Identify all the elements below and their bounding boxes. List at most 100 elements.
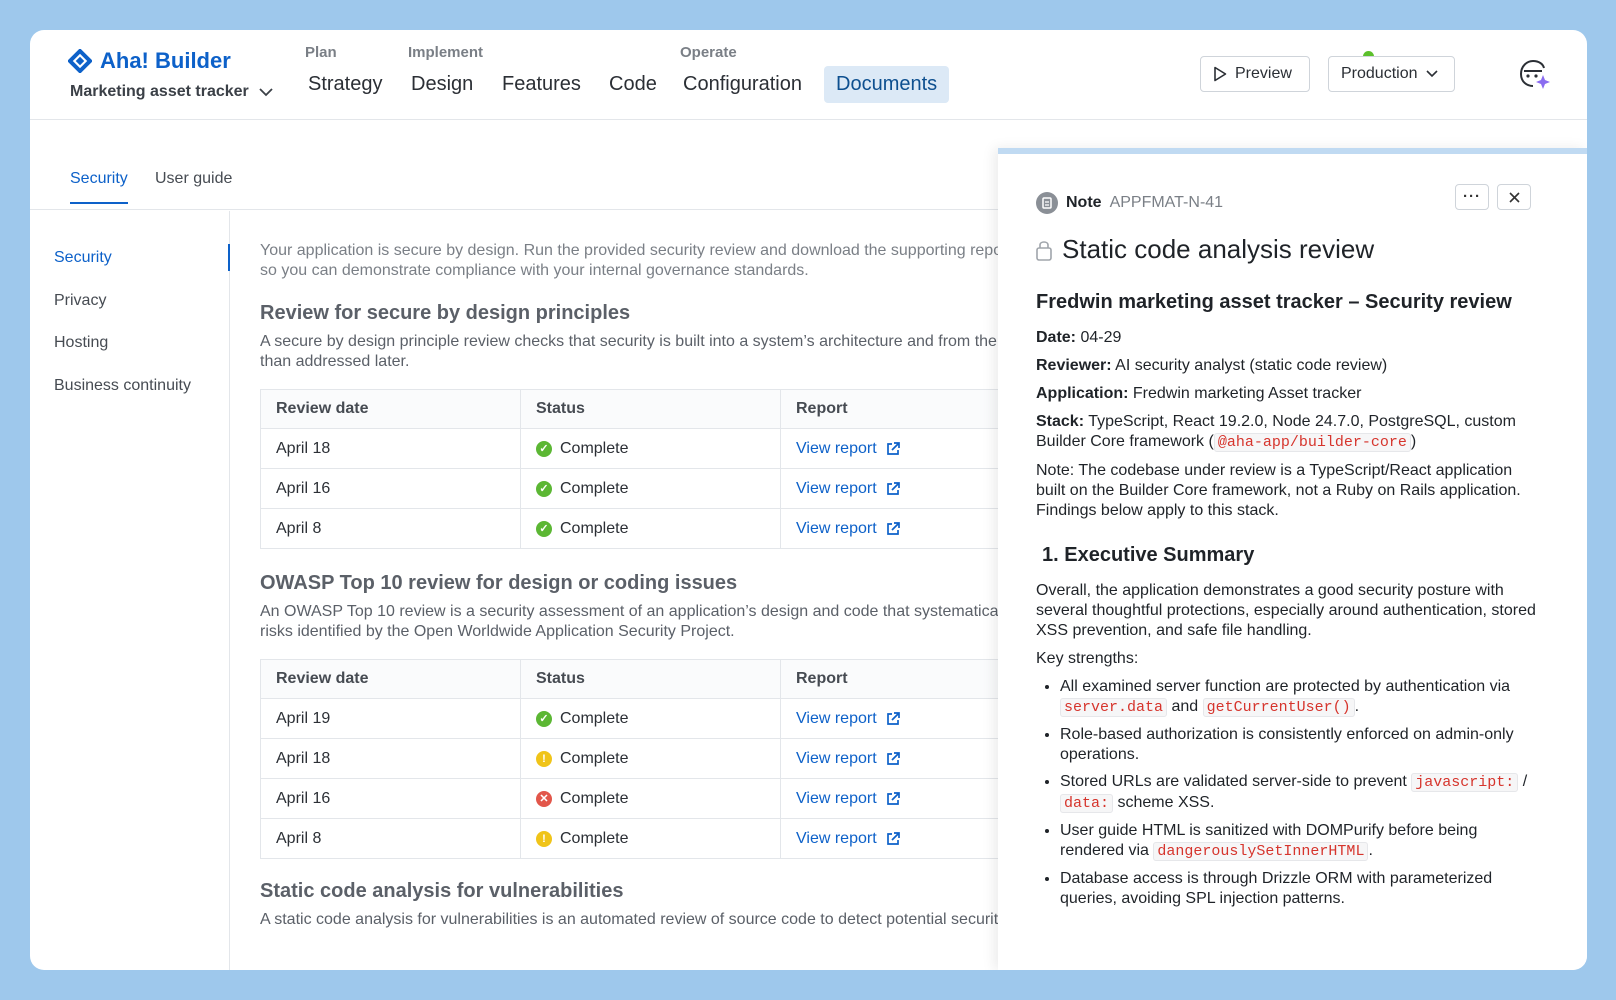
- note-header: Note APPFMAT-N-41: [1036, 192, 1223, 214]
- intro-line-2: so you can demonstrate compliance with y…: [260, 262, 809, 279]
- status-text: Complete: [560, 829, 629, 847]
- nav-item-design[interactable]: Design: [399, 66, 485, 103]
- app-window: Aha! Builder Marketing asset tracker Pla…: [30, 30, 1587, 970]
- note-title-text[interactable]: Static code analysis review: [1062, 234, 1374, 265]
- ai-assistant-icon[interactable]: [1515, 56, 1551, 92]
- view-report-link[interactable]: View report: [796, 520, 1010, 538]
- inline-code: getCurrentUser(): [1202, 698, 1355, 717]
- view-report-link[interactable]: View report: [796, 830, 1010, 848]
- nav-group-plan: Plan: [305, 44, 337, 61]
- list-item: Stored URLs are validated server-side to…: [1060, 772, 1536, 814]
- status-text: Complete: [560, 519, 629, 537]
- note-reference[interactable]: APPFMAT-N-41: [1110, 194, 1224, 212]
- review-date: April 8: [260, 818, 521, 859]
- play-icon: [1214, 66, 1227, 82]
- nav-group-implement: Implement: [408, 44, 484, 61]
- status-text: Complete: [560, 709, 629, 727]
- check-circle-icon: ✓: [536, 520, 552, 537]
- view-report-label: View report: [796, 749, 877, 767]
- status-cell: ! Complete: [520, 738, 781, 779]
- report-cell: View report: [780, 738, 1010, 779]
- app-selector-label: Marketing asset tracker: [70, 83, 249, 100]
- nav-item-documents[interactable]: Documents: [824, 66, 950, 103]
- note-body: Fredwin marketing asset tracker – Securi…: [1036, 292, 1536, 916]
- table-header-row: Review date Status Report: [260, 389, 1010, 429]
- more-options-button[interactable]: ···: [1455, 184, 1489, 210]
- close-panel-button[interactable]: [1497, 184, 1531, 210]
- bullet-text: .: [1354, 698, 1360, 715]
- chevron-down-icon: [259, 87, 273, 96]
- report-cell: View report: [780, 428, 1010, 469]
- bullet-text: and: [1171, 698, 1199, 715]
- view-report-label: View report: [796, 789, 877, 807]
- section-title-owasp: OWASP Top 10 review for design or coding…: [260, 572, 738, 594]
- app-selector[interactable]: Marketing asset tracker: [70, 83, 273, 101]
- bullet-text: scheme XSS.: [1117, 794, 1215, 811]
- secure-design-review-table: Review date Status Report April 18 ✓ Comp…: [260, 389, 1010, 549]
- column-header-status: Status: [520, 389, 781, 429]
- table-row: April 19 ✓ Complete View report: [260, 698, 1010, 739]
- section-desc-owasp-2: risks identified by the Open Worldwide A…: [260, 623, 735, 640]
- inline-code: dangerouslySetInnerHTML: [1153, 842, 1369, 861]
- status-cell: ✓ Complete: [520, 508, 781, 549]
- table-row: April 18 ! Complete View report: [260, 738, 1010, 779]
- view-report-link[interactable]: View report: [796, 440, 1010, 458]
- report-cell: View report: [780, 468, 1010, 509]
- sidebar-item-business-continuity[interactable]: Business continuity: [54, 377, 191, 395]
- list-item: Database access is through Drizzle ORM w…: [1060, 869, 1536, 909]
- main-content: Your application is secure by design. Ru…: [230, 211, 1010, 970]
- check-circle-icon: ✓: [536, 440, 552, 457]
- meta-date: Date: 04-29: [1036, 328, 1536, 348]
- note-type-label: Note: [1066, 194, 1102, 211]
- tab-security[interactable]: Security: [70, 170, 128, 204]
- executive-summary-heading: 1. Executive Summary: [1042, 544, 1255, 566]
- brand-name: Aha! Builder: [100, 48, 231, 73]
- inline-code: server.data: [1060, 698, 1168, 717]
- status-text: Complete: [560, 789, 629, 807]
- error-circle-icon: ✕: [536, 790, 552, 807]
- sidebar-item-hosting[interactable]: Hosting: [54, 334, 108, 352]
- column-header-status: Status: [520, 659, 781, 699]
- table-row: April 16 ✕ Complete View report: [260, 778, 1010, 819]
- bullet-text: /: [1522, 773, 1528, 790]
- status-text: Complete: [560, 749, 629, 767]
- lock-icon: [1036, 240, 1052, 261]
- external-link-icon: [886, 481, 900, 495]
- environment-select[interactable]: Production: [1328, 56, 1455, 92]
- nav-item-configuration[interactable]: Configuration: [671, 66, 814, 103]
- review-date: April 16: [260, 778, 521, 819]
- review-date: April 8: [260, 508, 521, 549]
- report-cell: View report: [780, 698, 1010, 739]
- bullet-text: Stored URLs are validated server-side to…: [1060, 773, 1407, 790]
- status-cell: ✓ Complete: [520, 698, 781, 739]
- tab-user-guide[interactable]: User guide: [155, 170, 232, 202]
- nav-item-strategy[interactable]: Strategy: [296, 66, 394, 103]
- external-link-icon: [886, 791, 900, 805]
- view-report-label: View report: [796, 519, 877, 537]
- chevron-down-icon: [1425, 70, 1438, 78]
- view-report-link[interactable]: View report: [796, 710, 1010, 728]
- view-report-link[interactable]: View report: [796, 750, 1010, 768]
- review-note: Note: The codebase under review is a Typ…: [1036, 462, 1521, 519]
- view-report-link[interactable]: View report: [796, 480, 1010, 498]
- view-report-link[interactable]: View report: [796, 790, 1010, 808]
- environment-label: Production: [1341, 65, 1418, 82]
- list-item: Role-based authorization is consistently…: [1060, 725, 1536, 765]
- document-title: Fredwin marketing asset tracker – Securi…: [1036, 291, 1512, 313]
- preview-button[interactable]: Preview: [1200, 56, 1310, 92]
- section-sidebar: Security Privacy Hosting Business contin…: [30, 211, 230, 970]
- external-link-icon: [886, 751, 900, 765]
- ellipsis-icon: ···: [1463, 188, 1481, 205]
- table-row: April 18 ✓ Complete View report: [260, 428, 1010, 469]
- external-link-icon: [886, 831, 900, 845]
- sidebar-item-privacy[interactable]: Privacy: [54, 292, 106, 310]
- sidebar-item-security[interactable]: Security: [54, 249, 112, 267]
- nav-item-code[interactable]: Code: [597, 66, 669, 103]
- nav-group-operate: Operate: [680, 44, 737, 61]
- brand-logo[interactable]: Aha! Builder: [68, 48, 231, 74]
- nav-item-features[interactable]: Features: [490, 66, 593, 103]
- section-title-secure-design: Review for secure by design principles: [260, 302, 631, 324]
- status-cell: ✓ Complete: [520, 468, 781, 509]
- report-cell: View report: [780, 778, 1010, 819]
- stack-end: ): [1410, 433, 1417, 450]
